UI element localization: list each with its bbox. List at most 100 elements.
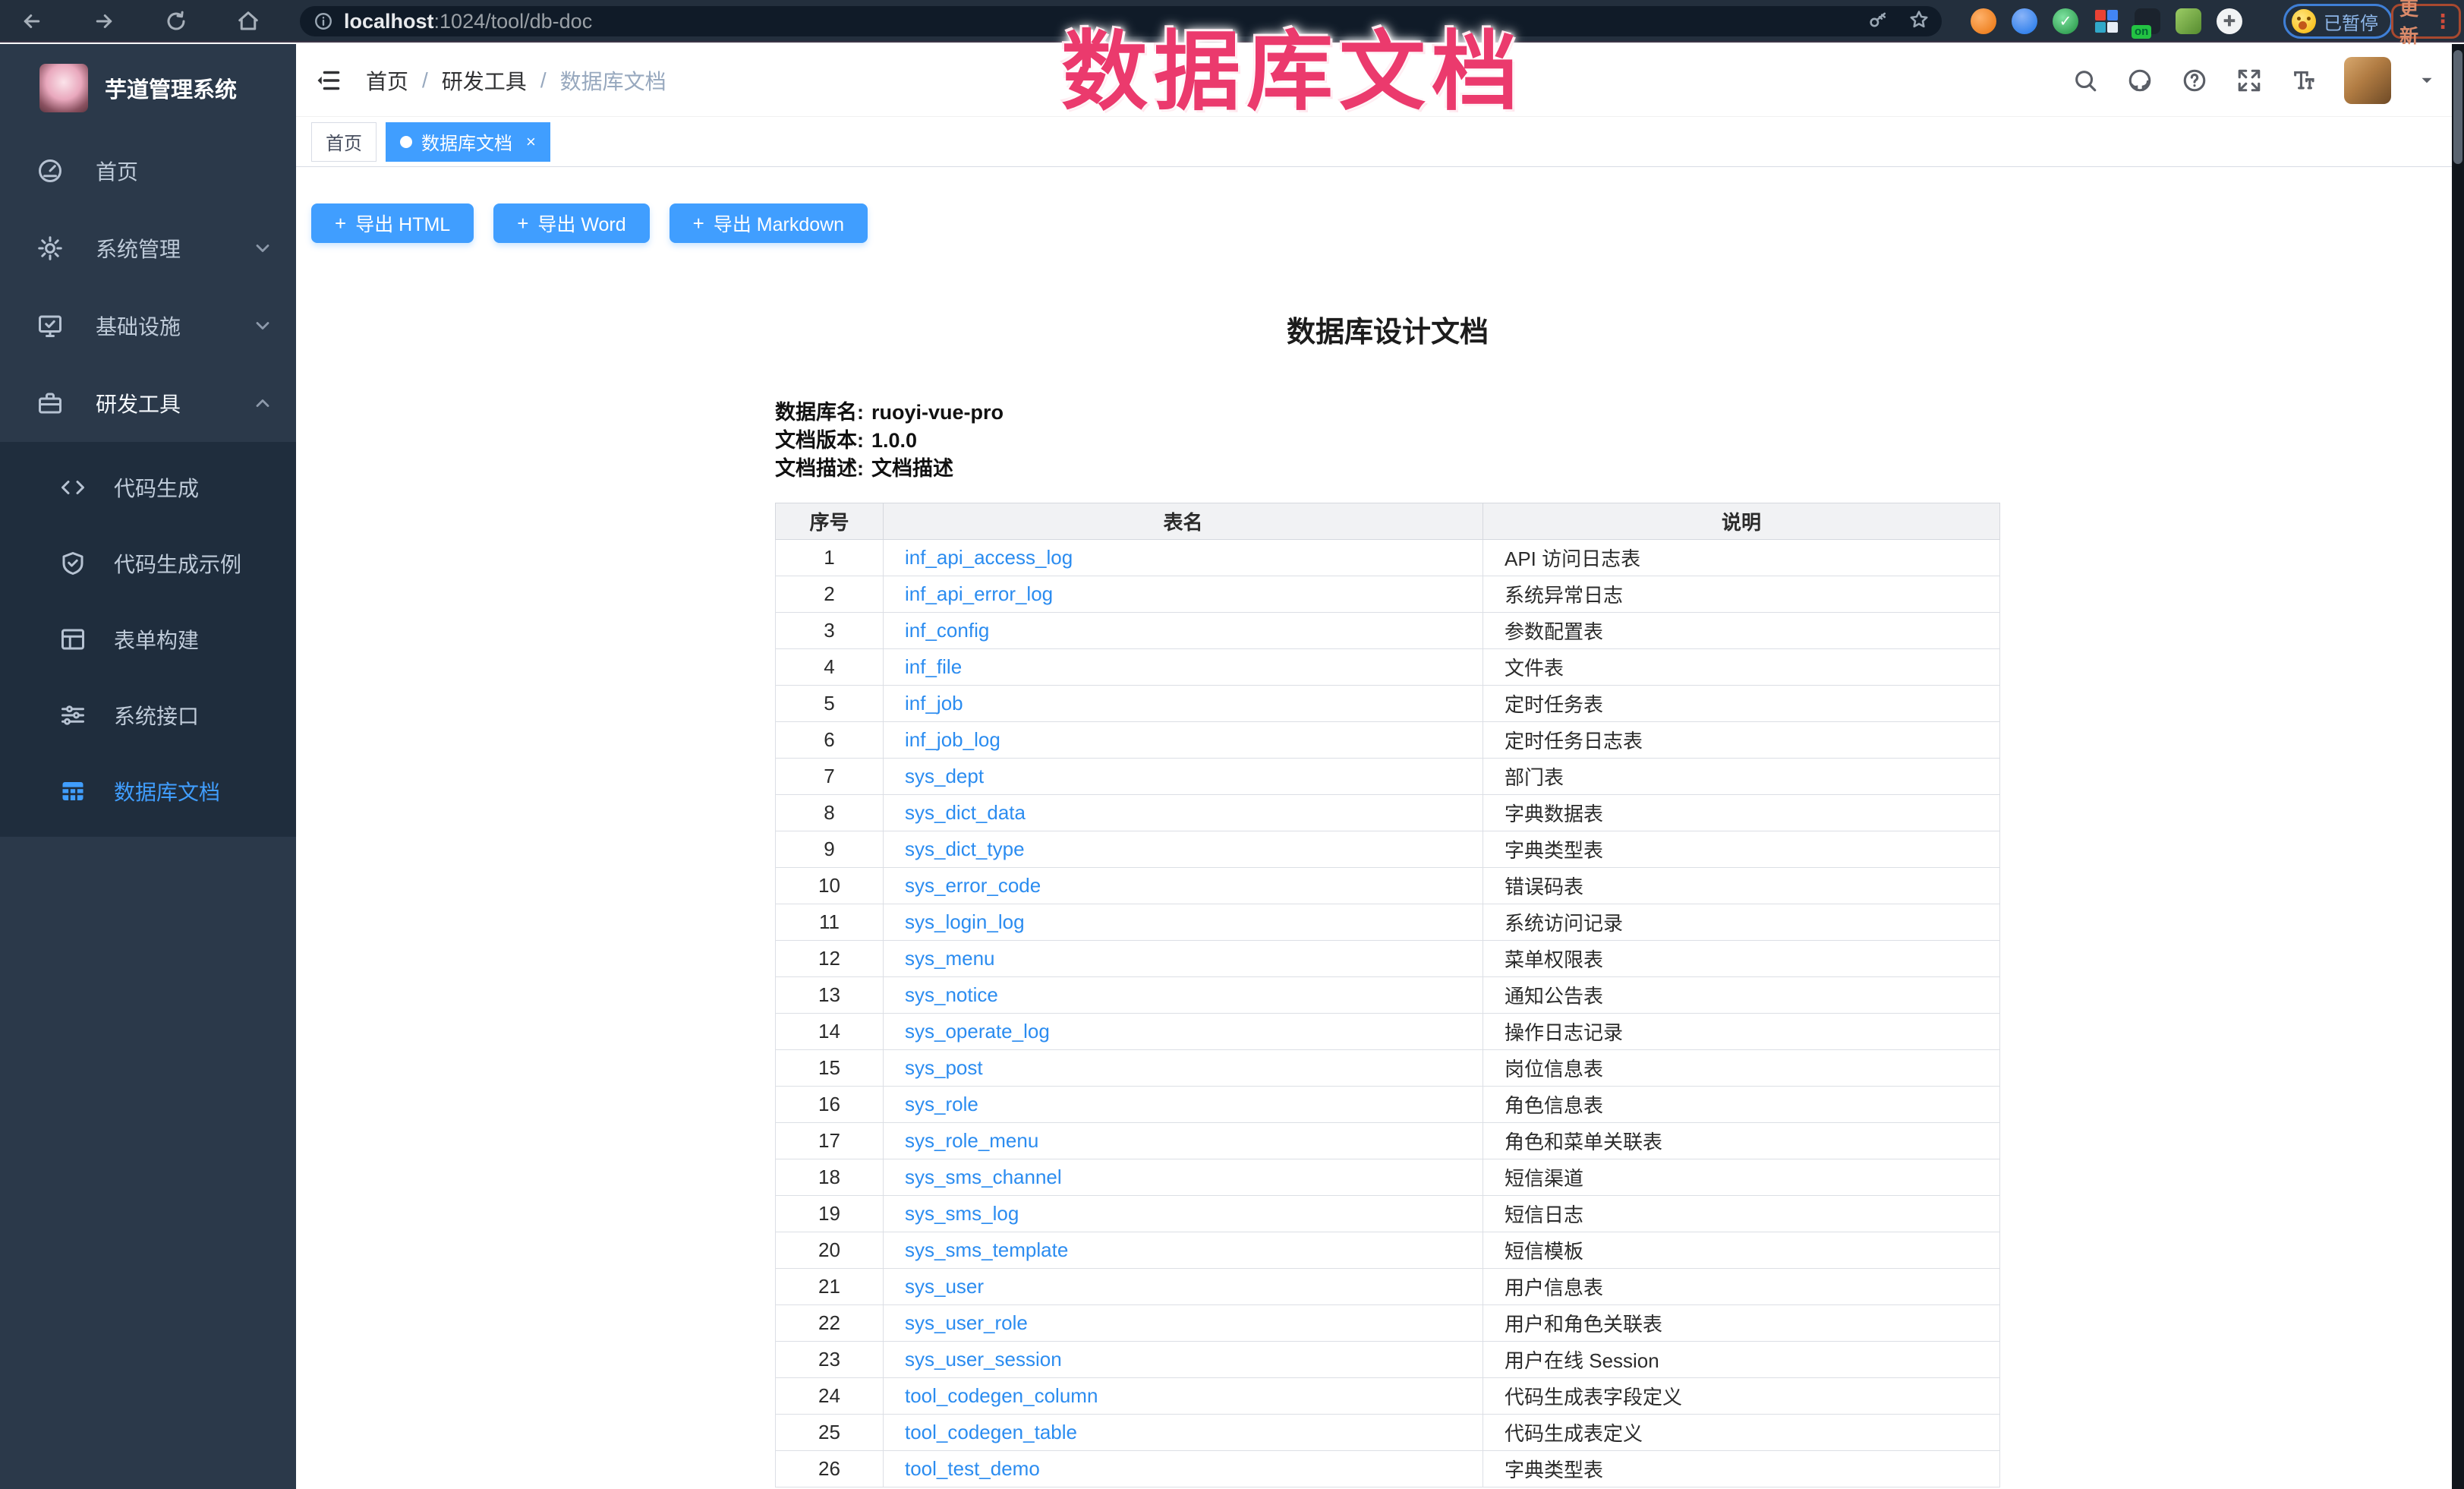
sidebar-item-code-generation[interactable]: 代码生成 bbox=[0, 450, 296, 525]
extension-icon[interactable] bbox=[2176, 8, 2201, 34]
sidebar-item-label: 代码生成 bbox=[114, 472, 199, 503]
browser-home-button[interactable] bbox=[233, 6, 263, 36]
row-description: 操作日志记录 bbox=[1483, 1014, 2000, 1050]
sidebar-item-system-api[interactable]: 系统接口 bbox=[0, 677, 296, 753]
table-name-link[interactable]: sys_sms_log bbox=[905, 1202, 1019, 1225]
chevron-down-icon bbox=[252, 315, 273, 336]
browser-menu-icon[interactable]: ⋮ bbox=[2433, 10, 2453, 33]
table-name-link[interactable]: tool_codegen_table bbox=[905, 1421, 1077, 1443]
export-html-button[interactable]: +导出 HTML bbox=[311, 203, 474, 243]
fullscreen-icon[interactable] bbox=[2235, 66, 2264, 95]
meta-label: 文档描述: bbox=[775, 455, 864, 483]
app-container: 芋道管理系统 首页 系统管理 基础设施 研发工具 代码生成 bbox=[0, 44, 2464, 1489]
row-description: 短信渠道 bbox=[1483, 1159, 2000, 1196]
table-name-link[interactable]: sys_post bbox=[905, 1056, 983, 1079]
db-doc-body: 数据库设计文档 数据库名:ruoyi-vue-pro 文档版本:1.0.0 文档… bbox=[775, 308, 2000, 1487]
table-row: 9 sys_dict_type 字典类型表 bbox=[776, 831, 2000, 868]
table-name-link[interactable]: inf_job bbox=[905, 692, 963, 715]
table-name-link[interactable]: sys_login_log bbox=[905, 910, 1025, 933]
sidebar-item-home[interactable]: 首页 bbox=[0, 132, 296, 210]
table-name-link[interactable]: sys_dict_type bbox=[905, 838, 1025, 860]
sidebar-item-label: 基础设施 bbox=[96, 311, 181, 341]
table-name-link[interactable]: sys_notice bbox=[905, 983, 998, 1006]
table-name-link[interactable]: sys_menu bbox=[905, 947, 995, 970]
table-body: 1 inf_api_access_log API 访问日志表 2 inf_api… bbox=[776, 540, 2000, 1487]
table-name-link[interactable]: sys_sms_channel bbox=[905, 1166, 1062, 1188]
breadcrumb-dev-tools[interactable]: 研发工具 bbox=[442, 65, 527, 96]
breadcrumb-home[interactable]: 首页 bbox=[366, 65, 408, 96]
table-name-link[interactable]: sys_dept bbox=[905, 765, 984, 787]
row-description: 系统异常日志 bbox=[1483, 576, 2000, 613]
doc-title: 数据库设计文档 bbox=[775, 308, 2000, 350]
tag-db-doc[interactable]: 数据库文档 × bbox=[386, 122, 550, 162]
address-bar[interactable]: localhost:1024/tool/db-doc bbox=[300, 6, 1942, 36]
tag-home[interactable]: 首页 bbox=[311, 122, 377, 162]
table-name-link[interactable]: sys_user_role bbox=[905, 1311, 1028, 1334]
meta-value: ruoyi-vue-pro bbox=[871, 399, 1004, 427]
row-description: 错误码表 bbox=[1483, 868, 2000, 904]
sidebar-item-system[interactable]: 系统管理 bbox=[0, 210, 296, 287]
browser-back-button[interactable] bbox=[17, 6, 47, 36]
sidebar-item-infrastructure[interactable]: 基础设施 bbox=[0, 287, 296, 364]
row-number: 19 bbox=[776, 1196, 884, 1232]
search-icon[interactable] bbox=[2071, 66, 2100, 95]
font-size-icon[interactable] bbox=[2289, 66, 2318, 95]
table-name-link[interactable]: tool_codegen_column bbox=[905, 1384, 1098, 1407]
bookmark-star-icon[interactable] bbox=[1908, 9, 1930, 34]
row-number: 4 bbox=[776, 649, 884, 686]
sidebar-item-db-doc[interactable]: 数据库文档 bbox=[0, 753, 296, 829]
table-name-link[interactable]: sys_error_code bbox=[905, 874, 1041, 897]
browser-reload-button[interactable] bbox=[161, 6, 191, 36]
user-menu-caret-icon[interactable] bbox=[2417, 71, 2437, 90]
table-name-link[interactable]: inf_job_log bbox=[905, 728, 1000, 751]
table-row: 7 sys_dept 部门表 bbox=[776, 759, 2000, 795]
table-name-link[interactable]: sys_user bbox=[905, 1275, 984, 1298]
table-row: 11 sys_login_log 系统访问记录 bbox=[776, 904, 2000, 941]
sidebar-item-code-generation-demo[interactable]: 代码生成示例 bbox=[0, 525, 296, 601]
extension-icon[interactable] bbox=[2094, 8, 2119, 34]
extension-icon[interactable] bbox=[1971, 8, 1996, 34]
table-name-link[interactable]: sys_operate_log bbox=[905, 1020, 1050, 1043]
page-scrollbar[interactable] bbox=[2452, 44, 2464, 1489]
table-row: 25 tool_codegen_table 代码生成表定义 bbox=[776, 1415, 2000, 1451]
user-avatar[interactable] bbox=[2344, 57, 2391, 104]
table-name-link[interactable]: sys_dict_data bbox=[905, 801, 1026, 824]
table-name-link[interactable]: tool_test_demo bbox=[905, 1457, 1040, 1480]
table-name-link[interactable]: sys_role_menu bbox=[905, 1129, 1038, 1152]
extension-icon[interactable]: ✓ bbox=[2053, 8, 2078, 34]
table-name-link[interactable]: inf_api_access_log bbox=[905, 546, 1073, 569]
table-row: 5 inf_job 定时任务表 bbox=[776, 686, 2000, 722]
site-info-icon[interactable] bbox=[314, 11, 333, 31]
tag-close-icon[interactable]: × bbox=[526, 132, 536, 152]
github-icon[interactable] bbox=[2125, 66, 2154, 95]
row-description: 字典类型表 bbox=[1483, 831, 2000, 868]
table-name-link[interactable]: sys_user_session bbox=[905, 1348, 1062, 1371]
table-row: 18 sys_sms_channel 短信渠道 bbox=[776, 1159, 2000, 1196]
paused-status-badge[interactable]: 已暂停 bbox=[2283, 4, 2393, 39]
table-row: 23 sys_user_session 用户在线 Session bbox=[776, 1342, 2000, 1378]
sidebar-item-dev-tools[interactable]: 研发工具 bbox=[0, 364, 296, 442]
sidebar-item-form-builder[interactable]: 表单构建 bbox=[0, 601, 296, 677]
help-icon[interactable] bbox=[2180, 66, 2209, 95]
password-key-icon[interactable] bbox=[1867, 9, 1889, 34]
scrollbar-thumb[interactable] bbox=[2453, 50, 2462, 164]
table-row: 8 sys_dict_data 字典数据表 bbox=[776, 795, 2000, 831]
code-icon bbox=[59, 474, 87, 501]
extensions-puzzle-icon[interactable]: ✚ bbox=[2217, 8, 2242, 34]
chevron-down-icon bbox=[252, 238, 273, 259]
export-word-button[interactable]: +导出 Word bbox=[493, 203, 649, 243]
browser-update-button[interactable]: 更新 ⋮ bbox=[2391, 4, 2461, 39]
table-name-link[interactable]: inf_file bbox=[905, 655, 962, 678]
sidebar-collapse-icon[interactable] bbox=[311, 64, 345, 97]
extension-icon[interactable] bbox=[2012, 8, 2037, 34]
table-name-link[interactable]: sys_sms_template bbox=[905, 1238, 1068, 1261]
table-name-link[interactable]: sys_role bbox=[905, 1093, 978, 1115]
row-number: 6 bbox=[776, 722, 884, 759]
table-name-link[interactable]: inf_config bbox=[905, 619, 989, 642]
app-logo-row[interactable]: 芋道管理系统 bbox=[0, 44, 296, 132]
browser-forward-button[interactable] bbox=[89, 6, 119, 36]
export-markdown-button[interactable]: +导出 Markdown bbox=[670, 203, 868, 243]
table-name-link[interactable]: inf_api_error_log bbox=[905, 582, 1053, 605]
dev-tools-submenu: 代码生成 代码生成示例 表单构建 系统接口 数据库文档 bbox=[0, 442, 296, 837]
extension-icon[interactable]: on bbox=[2135, 8, 2160, 34]
